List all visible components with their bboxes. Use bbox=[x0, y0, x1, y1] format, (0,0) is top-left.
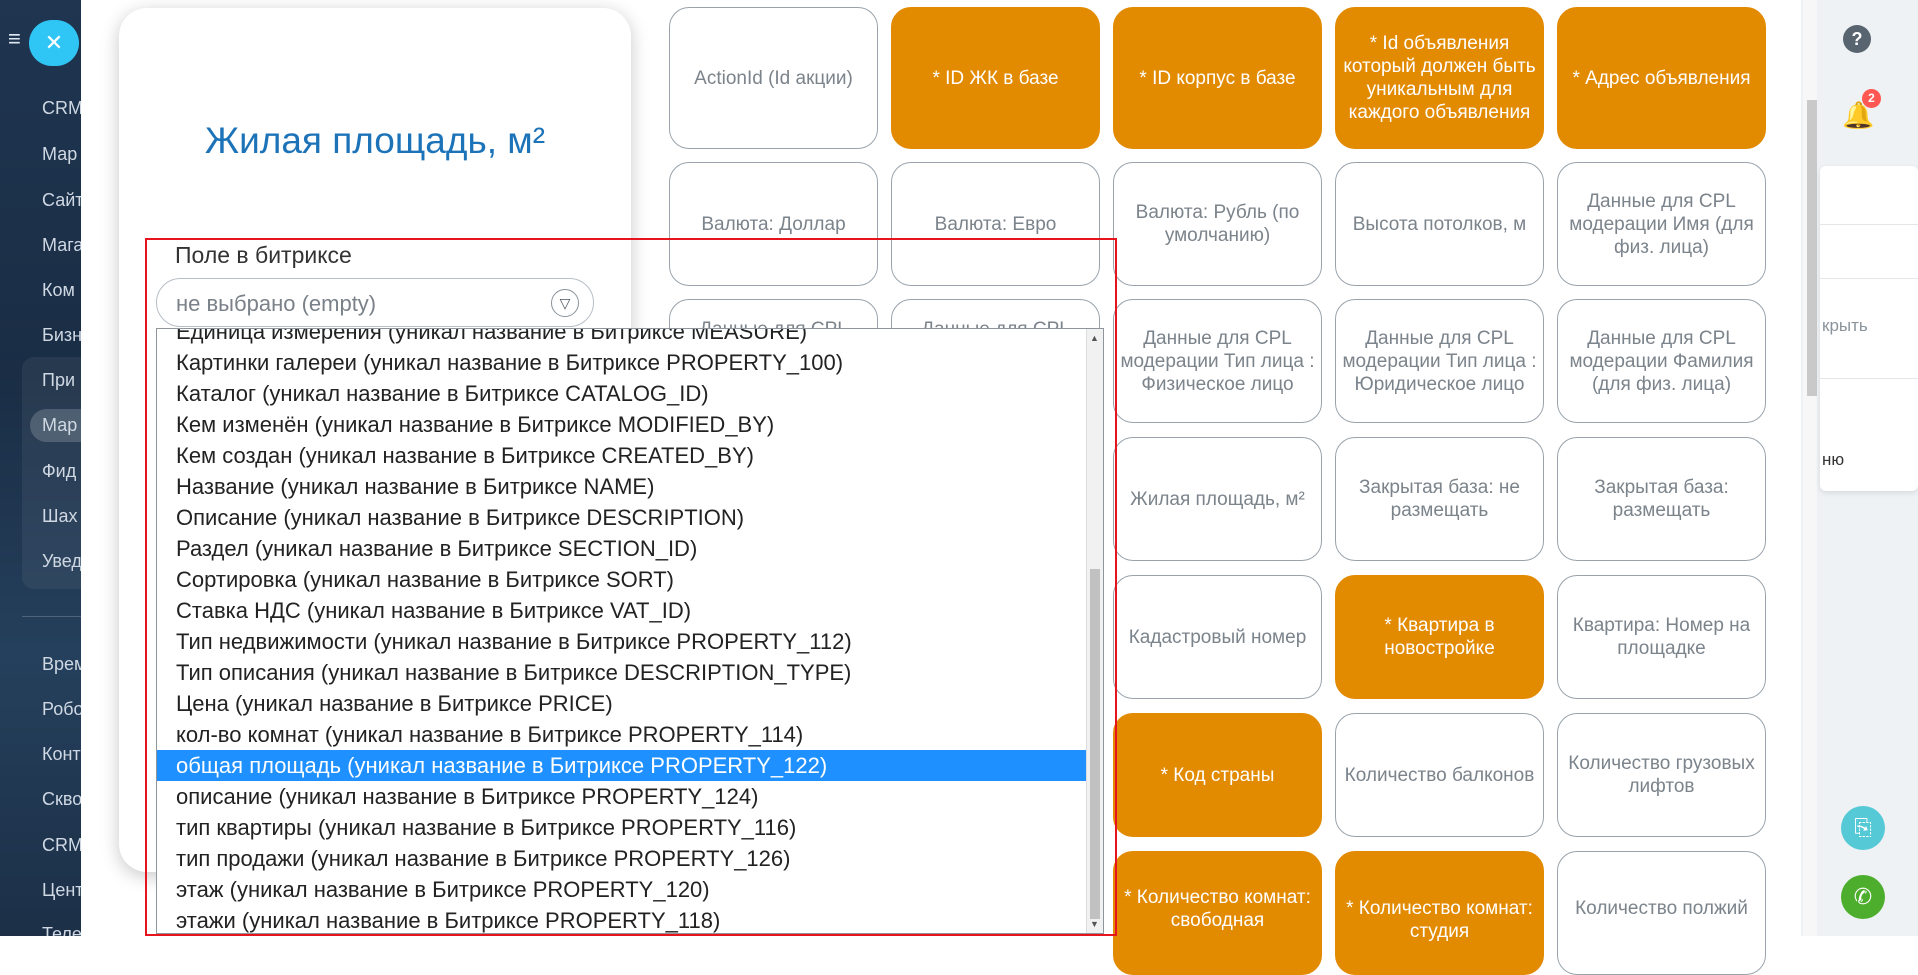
field-tile[interactable]: Жилая площадь, м² bbox=[1113, 437, 1322, 561]
dropdown-option[interactable]: Ставка НДС (уникал название в Битриксе V… bbox=[157, 595, 1087, 626]
dropdown-option-selected[interactable]: общая площадь (уникал название в Битрикс… bbox=[157, 750, 1087, 781]
field-tile-required[interactable]: * Количество комнат: свободная bbox=[1113, 851, 1322, 975]
dropdown-option[interactable]: Цена (уникал название в Битриксе PRICE) bbox=[157, 688, 1087, 719]
field-tile-required[interactable]: * Код страны bbox=[1113, 713, 1322, 837]
right-panel: ? 🔔 2 крыть ню ⎘ ✆ bbox=[1801, 0, 1918, 936]
field-tile[interactable]: Количество грузовых лифтов bbox=[1557, 713, 1766, 837]
background-panel-card: крыть ню bbox=[1820, 166, 1918, 491]
scroll-up-arrow-icon[interactable]: ▲ bbox=[1090, 333, 1099, 343]
sidebar-item[interactable]: CRM bbox=[42, 835, 81, 856]
notification-badge: 2 bbox=[1862, 89, 1881, 108]
bitrix-field-select[interactable]: не выбрано (empty) ▽ bbox=[156, 278, 594, 327]
card-text: ню bbox=[1822, 450, 1845, 469]
field-tile-required[interactable]: * Id объявления который должен быть уник… bbox=[1335, 7, 1544, 149]
field-tile[interactable]: Данные для CPL модерации Фамилия (для фи… bbox=[1557, 299, 1766, 423]
field-tile[interactable]: ActionId (Id акции) bbox=[669, 7, 878, 149]
dropdown-option[interactable]: Кем изменён (уникал название в Битриксе … bbox=[157, 409, 1087, 440]
field-tile[interactable]: Количество полжий bbox=[1557, 851, 1766, 975]
field-editor-title: Жилая площадь, м² bbox=[204, 120, 546, 161]
field-tile[interactable]: Данные для CPL модерации Тип лица : Физи… bbox=[1113, 299, 1322, 423]
chevron-down-icon[interactable]: ▽ bbox=[551, 289, 579, 317]
sidebar-item[interactable]: Теле bbox=[42, 924, 81, 936]
field-tile[interactable]: Квартира: Номер на площадке bbox=[1557, 575, 1766, 699]
hamburger-menu-icon[interactable]: ≡ bbox=[8, 28, 30, 50]
dropdown-option[interactable]: этаж (уникал название в Битриксе PROPERT… bbox=[157, 874, 1087, 905]
dropdown-option[interactable]: Каталог (уникал название в Битриксе CATA… bbox=[157, 378, 1087, 409]
dropdown-option[interactable]: Описание (уникал название в Битриксе DES… bbox=[157, 502, 1087, 533]
dropdown-option[interactable]: кол-во комнат (уникал название в Битрикс… bbox=[157, 719, 1087, 750]
field-tile[interactable]: Кадастровый номер bbox=[1113, 575, 1322, 699]
sidebar-item[interactable]: Фид bbox=[42, 461, 76, 482]
bitrix-field-label: Поле в битриксе bbox=[175, 242, 352, 268]
sidebar-divider bbox=[22, 616, 81, 617]
card-divider bbox=[1820, 378, 1918, 379]
dropdown-option[interactable]: Тип описания (уникал название в Битриксе… bbox=[157, 657, 1087, 688]
dropdown-scrollbar[interactable]: ▲ ▼ bbox=[1086, 329, 1103, 933]
dropdown-option[interactable]: тип продажи (уникал название в Битриксе … bbox=[157, 843, 1087, 874]
field-tile[interactable]: Валюта: Доллар bbox=[669, 162, 878, 286]
left-sidebar: ≡ ✕ CRM Мар Сайт Мага Ком Бизн При Мар Ф… bbox=[0, 0, 81, 936]
field-tile[interactable]: Высота потолков, м bbox=[1335, 162, 1544, 286]
sidebar-item[interactable]: Увед bbox=[42, 551, 81, 572]
sidebar-item[interactable]: Сайт bbox=[42, 190, 81, 211]
dropdown-option[interactable]: Единица измерения (уникал название в Бит… bbox=[157, 329, 1087, 347]
sidebar-item[interactable]: Мар bbox=[42, 144, 77, 165]
card-text: крыть bbox=[1822, 316, 1868, 335]
dropdown-option[interactable]: описание (уникал название в Битриксе PRO… bbox=[157, 781, 1087, 812]
card-divider bbox=[1820, 224, 1918, 225]
dropdown-option[interactable]: Раздел (уникал название в Битриксе SECTI… bbox=[157, 533, 1087, 564]
field-tile[interactable]: Количество балконов bbox=[1335, 713, 1544, 837]
page-scroll-thumb[interactable] bbox=[1807, 100, 1817, 396]
dropdown-option[interactable]: этажи (уникал название в Битриксе PROPER… bbox=[157, 905, 1087, 933]
card-divider bbox=[1820, 278, 1918, 279]
dropdown-option[interactable]: Сортировка (уникал название в Битриксе S… bbox=[157, 564, 1087, 595]
field-tile[interactable]: Валюта: Рубль (по умолчанию) bbox=[1113, 162, 1322, 286]
page-scrollbar[interactable] bbox=[1803, 0, 1817, 936]
dropdown-option[interactable]: тип квартиры (уникал название в Битриксе… bbox=[157, 812, 1087, 843]
phone-transfer-icon[interactable]: ⎘ bbox=[1841, 806, 1885, 850]
dropdown-scroll-thumb[interactable] bbox=[1090, 569, 1100, 919]
field-tile-required[interactable]: * ID ЖК в базе bbox=[891, 7, 1100, 149]
field-tile-required[interactable]: * Квартира в новостройке bbox=[1335, 575, 1544, 699]
field-tile-required[interactable]: * ID корпус в базе bbox=[1113, 7, 1322, 149]
main-area: ActionId (Id акции) * ID ЖК в базе * ID … bbox=[81, 0, 1822, 975]
sidebar-item[interactable]: При bbox=[42, 370, 75, 391]
close-slider-button[interactable]: ✕ bbox=[29, 20, 79, 66]
scroll-down-arrow-icon[interactable]: ▼ bbox=[1090, 919, 1099, 929]
sidebar-item[interactable]: Конт bbox=[42, 744, 81, 765]
sidebar-item[interactable]: Бизн bbox=[42, 325, 81, 346]
field-tile[interactable]: Закрытая база: размещать bbox=[1557, 437, 1766, 561]
sidebar-item[interactable]: CRM bbox=[42, 98, 81, 119]
field-tile-required[interactable]: * Количество комнат: студия bbox=[1335, 851, 1544, 975]
field-tile[interactable]: Данные для CPL модерации Тип лица : Юрид… bbox=[1335, 299, 1544, 423]
select-current-value: не выбрано (empty) bbox=[176, 291, 377, 316]
dropdown-option[interactable]: Тип недвижимости (уникал название в Битр… bbox=[157, 626, 1087, 657]
phone-call-icon[interactable]: ✆ bbox=[1841, 875, 1885, 919]
dropdown-option[interactable]: Картинки галереи (уникал название в Битр… bbox=[157, 347, 1087, 378]
field-tile[interactable]: Данные для CPL модерации Имя (для физ. л… bbox=[1557, 162, 1766, 286]
sidebar-item[interactable]: Мага bbox=[42, 235, 81, 256]
bitrix-field-dropdown-list[interactable]: Единица измерения (уникал название в Бит… bbox=[156, 328, 1104, 934]
sidebar-item[interactable]: Шах bbox=[42, 506, 78, 527]
sidebar-item[interactable]: Скво bbox=[42, 789, 81, 810]
sidebar-item[interactable]: Ком bbox=[42, 280, 75, 301]
field-tile[interactable]: Закрытая база: не размещать bbox=[1335, 437, 1544, 561]
sidebar-item[interactable]: Цент bbox=[42, 880, 81, 901]
sidebar-item[interactable]: Робо bbox=[42, 699, 81, 720]
help-icon[interactable]: ? bbox=[1843, 25, 1871, 53]
sidebar-item-active[interactable]: Мар bbox=[30, 409, 81, 442]
dropdown-option[interactable]: Кем создан (уникал название в Битриксе C… bbox=[157, 440, 1087, 471]
dropdown-option[interactable]: Название (уникал название в Битриксе NAM… bbox=[157, 471, 1087, 502]
field-tile[interactable]: Валюта: Евро bbox=[891, 162, 1100, 286]
sidebar-item[interactable]: Врем bbox=[42, 654, 81, 675]
field-tile-required[interactable]: * Адрес объявления bbox=[1557, 7, 1766, 149]
